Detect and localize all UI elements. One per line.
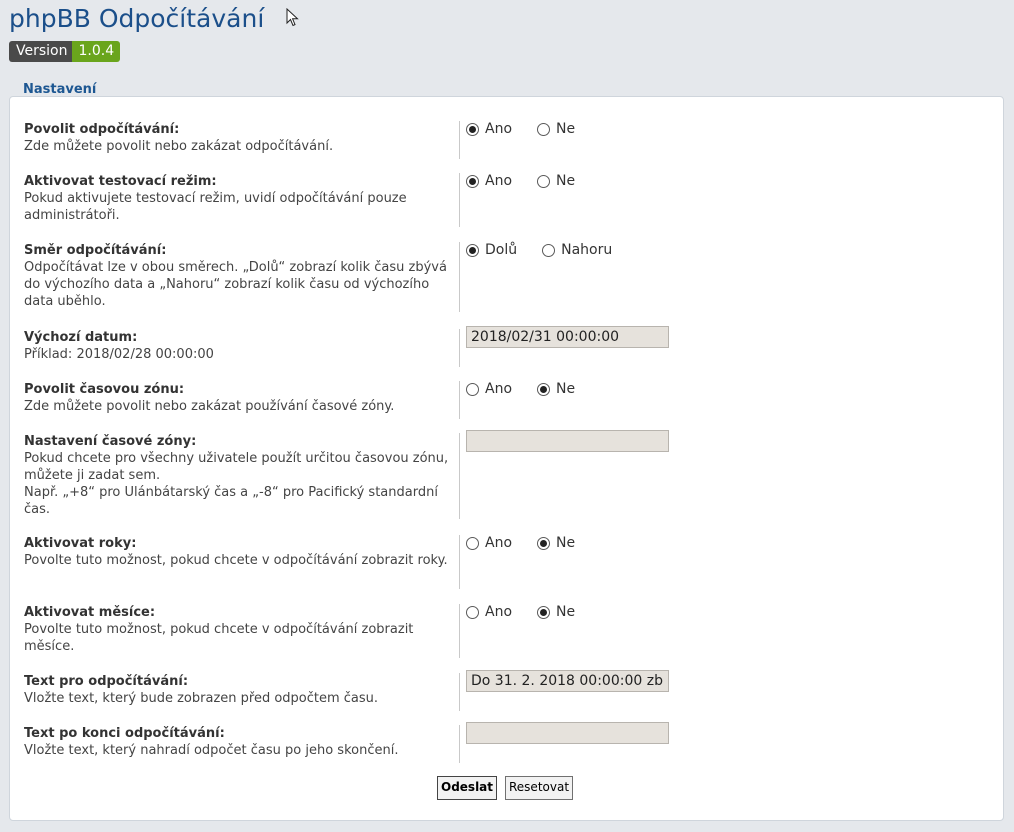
radio-test-mode-no[interactable]: Ne xyxy=(537,173,575,189)
radio-button-selected[interactable] xyxy=(466,122,479,136)
setting-label: Aktivovat roky: xyxy=(24,536,137,551)
radio-button[interactable] xyxy=(537,122,551,136)
section-legend: Nastavení xyxy=(23,82,97,97)
radio-enable-timezone-no[interactable]: Ne xyxy=(537,381,575,397)
column-divider xyxy=(459,604,460,658)
timezone-input[interactable] xyxy=(466,430,669,452)
radio-button[interactable] xyxy=(466,382,479,396)
version-badge: Version 1.0.4 xyxy=(9,41,121,62)
setting-label: Aktivovat měsíce: xyxy=(24,605,156,620)
setting-description: Povolte tuto možnost, pokud chcete v odp… xyxy=(24,553,448,568)
version-number: 1.0.4 xyxy=(72,41,121,62)
radio-direction-up[interactable]: Nahoru xyxy=(542,242,612,258)
column-divider xyxy=(459,121,460,159)
column-divider xyxy=(459,329,460,367)
radio-button-selected[interactable] xyxy=(537,382,551,396)
setting-description: Povolte tuto možnost, pokud chcete v odp… xyxy=(24,622,414,654)
column-divider xyxy=(459,673,460,711)
mouse-cursor-icon xyxy=(286,8,299,27)
setting-description: Pokud chcete pro všechny uživatele použí… xyxy=(24,451,449,483)
setting-description: Zde můžete povolit nebo zakázat odpočítá… xyxy=(24,139,334,154)
setting-label: Povolit časovou zónu: xyxy=(24,382,185,397)
setting-description: Pokud aktivujete testovací režim, uvidí … xyxy=(24,191,407,223)
column-divider xyxy=(459,535,460,589)
setting-description: Příklad: 2018/02/28 00:00:00 xyxy=(24,347,214,362)
setting-description: Vložte text, který nahradí odpočet času … xyxy=(24,743,399,758)
radio-enable-timezone-yes[interactable]: Ano xyxy=(466,381,512,397)
radio-years-yes[interactable]: Ano xyxy=(466,535,512,551)
radio-enable-countdown-yes[interactable]: Ano xyxy=(466,121,512,137)
setting-label: Výchozí datum: xyxy=(24,330,138,345)
radio-button[interactable] xyxy=(466,605,479,619)
radio-button[interactable] xyxy=(466,536,479,550)
column-divider xyxy=(459,381,460,419)
column-divider xyxy=(459,725,460,763)
version-label: Version xyxy=(9,41,73,62)
radio-test-mode-yes[interactable]: Ano xyxy=(466,173,512,189)
radio-direction-down[interactable]: Dolů xyxy=(466,242,517,258)
radio-button-selected[interactable] xyxy=(537,605,551,619)
setting-label: Aktivovat testovací režim: xyxy=(24,174,217,189)
submit-button[interactable]: Odeslat xyxy=(437,776,498,800)
radio-button[interactable] xyxy=(537,174,551,188)
countdown-text-input[interactable]: Do 31. 2. 2018 00:00:00 zb xyxy=(466,670,669,692)
radio-button-selected[interactable] xyxy=(466,174,479,188)
radio-button[interactable] xyxy=(542,243,556,257)
radio-years-no[interactable]: Ne xyxy=(537,535,575,551)
settings-panel: Povolit odpočítávání: Zde můžete povolit… xyxy=(9,96,1004,821)
radio-button-selected[interactable] xyxy=(537,536,551,550)
setting-label: Směr odpočítávání: xyxy=(24,243,167,258)
radio-button-selected[interactable] xyxy=(466,243,479,257)
column-divider xyxy=(459,173,460,227)
setting-description: Odpočítávat lze v obou směrech. „Dolů“ z… xyxy=(24,260,447,309)
setting-description: Vložte text, který bude zobrazen před od… xyxy=(24,691,379,706)
reset-button[interactable]: Resetovat xyxy=(505,776,574,800)
column-divider xyxy=(459,433,460,519)
radio-enable-countdown-no[interactable]: Ne xyxy=(537,121,575,137)
radio-months-no[interactable]: Ne xyxy=(537,604,575,620)
end-text-input[interactable] xyxy=(466,722,669,744)
radio-months-yes[interactable]: Ano xyxy=(466,604,512,620)
column-divider xyxy=(459,242,460,312)
start-date-input[interactable]: 2018/02/31 00:00:00 xyxy=(466,326,669,348)
setting-description-example: Např. „+8“ pro Ulánbátarský čas a „-8“ p… xyxy=(24,485,438,517)
setting-label: Povolit odpočítávání: xyxy=(24,122,180,137)
setting-label: Text pro odpočítávání: xyxy=(24,674,189,689)
setting-label: Text po konci odpočítávání: xyxy=(24,726,225,741)
page-title: phpBB Odpočítávání xyxy=(9,4,265,33)
setting-description: Zde můžete povolit nebo zakázat používán… xyxy=(24,399,395,414)
setting-label: Nastavení časové zóny: xyxy=(24,434,197,449)
